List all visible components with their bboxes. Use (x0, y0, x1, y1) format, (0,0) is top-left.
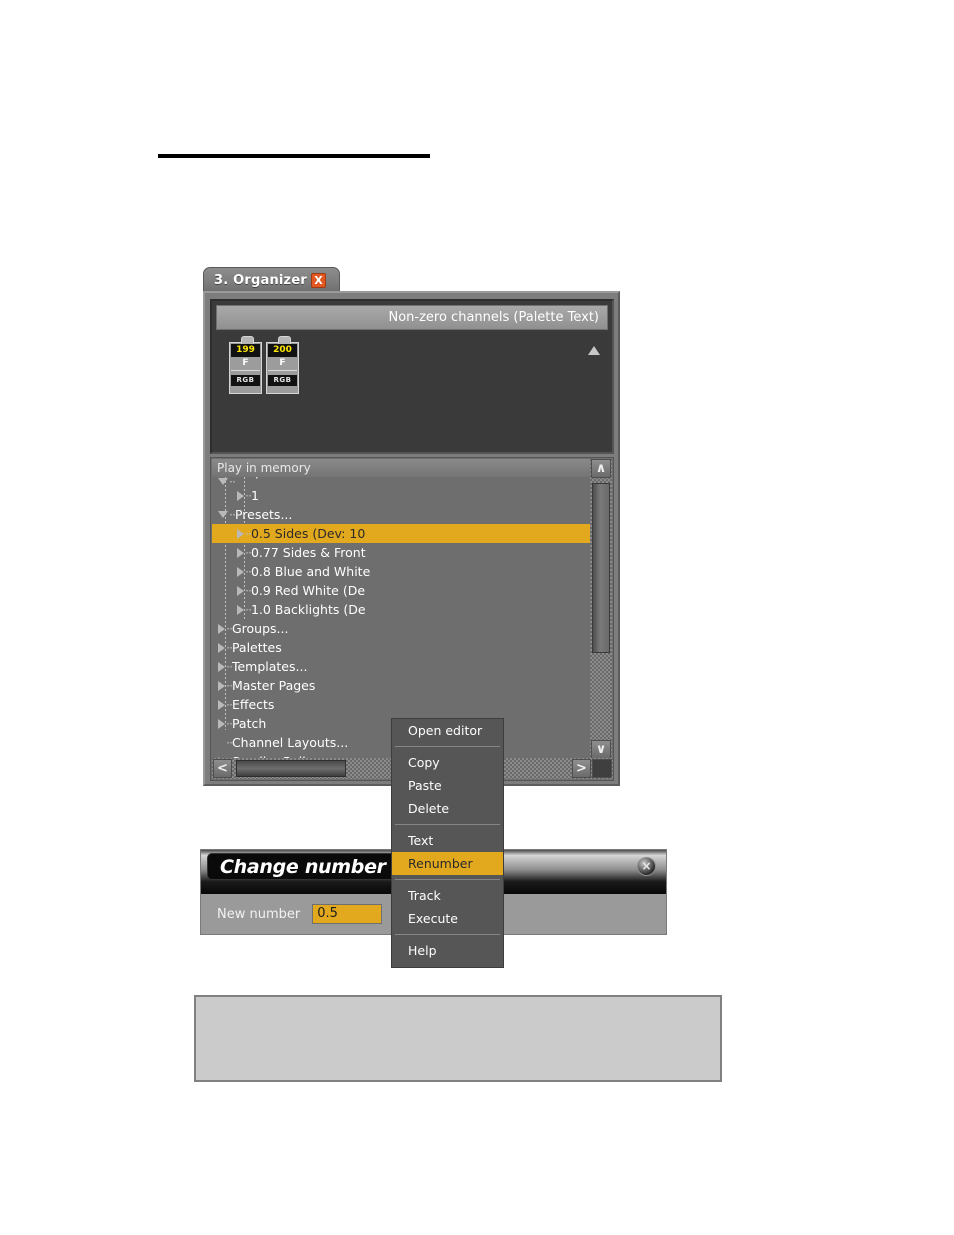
tree-item[interactable]: ··Master Pages (212, 676, 591, 695)
fixture-number: 199 (231, 344, 260, 357)
new-number-label: New number (217, 906, 301, 922)
vertical-scrollbar-thumb[interactable] (592, 483, 610, 653)
context-menu-item[interactable]: Open editor (392, 719, 503, 742)
triangle-right-icon[interactable] (237, 585, 244, 596)
tree-item[interactable]: ··1 (212, 486, 591, 505)
leaf-icon[interactable] (218, 738, 225, 748)
dialog-title-pill: Change number (207, 853, 399, 880)
tree-item-label: Templates... (231, 659, 308, 674)
context-menu-separator (395, 934, 500, 935)
triangle-right-icon[interactable] (237, 604, 244, 615)
scroll-down-button[interactable]: ∨ (591, 740, 611, 759)
context-menu-item[interactable]: Delete (392, 797, 503, 820)
note-box (194, 995, 722, 1082)
tree-item-label: 0.5 Sides (Dev: 10 (250, 526, 366, 541)
dialog-title: Change number (220, 855, 386, 878)
context-menu-item[interactable]: Help (392, 939, 503, 962)
tree-item[interactable]: ··Palettes (212, 638, 591, 657)
vertical-scrollbar[interactable]: ∧ ∨ (590, 459, 612, 759)
new-number-input[interactable]: 0.5 (312, 904, 383, 924)
scroll-up-button[interactable]: ∧ (591, 459, 611, 478)
tree-item[interactable]: ··0.8 Blue and White (212, 562, 591, 581)
tree-item[interactable]: ··Templates... (212, 657, 591, 676)
tree-item-label: Sequences... (235, 477, 315, 479)
triangle-right-icon[interactable] (237, 547, 244, 558)
triangle-right-icon[interactable] (237, 566, 244, 577)
fixture-tab-icon (278, 336, 291, 344)
tree-item-label: Palettes (231, 640, 282, 655)
triangle-right-icon[interactable] (218, 623, 225, 634)
fixture-cell[interactable]: 200 F RGB (266, 336, 299, 394)
context-menu-separator (395, 824, 500, 825)
context-menu-item[interactable]: Text (392, 829, 503, 852)
triangle-right-icon[interactable] (237, 528, 244, 539)
organizer-title-tab[interactable]: 3. Organizer X (203, 267, 340, 292)
context-menu[interactable]: Open editor Copy Paste Delete Text Renumber Tr… (391, 718, 504, 968)
organizer-body: Non-zero channels (Palette Text) 199 F R… (203, 291, 620, 968)
tree-title-bar: Play in memory (212, 459, 591, 477)
triangle-right-icon[interactable] (218, 718, 225, 729)
fixture-cell[interactable]: 199 F RGB (229, 336, 262, 394)
fixture-attribute: RGB (268, 375, 297, 386)
tree-item-label: Effects (231, 697, 275, 712)
tree-item[interactable]: ··Groups... (212, 619, 591, 638)
fixture-divider (268, 370, 297, 371)
triangle-right-icon[interactable] (237, 490, 244, 501)
triangle-right-icon[interactable] (218, 680, 225, 691)
context-menu-item[interactable]: Track (392, 884, 503, 907)
scroll-right-button[interactable]: > (572, 759, 591, 778)
organizer-window: 3. Organizer X Non-zero channels (Palett… (203, 267, 620, 968)
organizer-title-label: 3. Organizer (214, 272, 307, 288)
triangle-right-icon[interactable] (218, 642, 225, 653)
tree-item-label: Patch (231, 716, 267, 731)
tree-item[interactable]: ··0.9 Red White (De (212, 581, 591, 600)
non-zero-channels-header: Non-zero channels (Palette Text) (216, 305, 608, 330)
context-menu-separator (395, 879, 500, 880)
tree-item-label: 0.9 Red White (De (250, 583, 366, 598)
tree-item-label: 0.77 Sides & Front (250, 545, 366, 560)
tree-item[interactable]: ··0.5 Sides (Dev: 10 (212, 524, 591, 543)
triangle-right-icon[interactable] (218, 699, 225, 710)
horizontal-scrollbar-thumb[interactable] (236, 760, 346, 777)
context-menu-item[interactable]: Execute (392, 907, 503, 930)
scrollbar-corner (592, 759, 612, 778)
scroll-left-button[interactable]: < (213, 759, 232, 778)
fixture-attribute: RGB (231, 375, 260, 386)
tree-item-label: Channel Layouts... (231, 735, 349, 750)
tree-item-label: 0.8 Blue and White (250, 564, 371, 579)
tree-item-label: 1 (250, 488, 259, 503)
fixture-mode: F (242, 358, 249, 368)
non-zero-channels-pane: Non-zero channels (Palette Text) 199 F R… (210, 299, 614, 454)
tree-item-label: Groups... (231, 621, 289, 636)
tree-item[interactable]: ··1.0 Backlights (De (212, 600, 591, 619)
close-icon[interactable]: X (310, 272, 326, 288)
non-zero-channels-title: Non-zero channels (Palette Text) (388, 310, 599, 325)
tree-item[interactable]: ··Presets... (212, 505, 591, 524)
context-menu-item[interactable]: Renumber (392, 852, 503, 875)
tree-item-label: Presets... (234, 507, 293, 522)
tree-item-label: Master Pages (231, 678, 316, 693)
tree-item-label: 1.0 Backlights (De (250, 602, 366, 617)
triangle-down-icon[interactable] (218, 478, 228, 485)
fixture-tab-icon (241, 336, 254, 344)
tree-item[interactable]: ··0.77 Sides & Front (212, 543, 591, 562)
fixture-mode: F (279, 358, 286, 368)
triangle-right-icon[interactable] (218, 661, 225, 672)
page-horizontal-rule (158, 154, 430, 158)
context-menu-item[interactable]: Paste (392, 774, 503, 797)
scroll-up-triangle-icon[interactable] (588, 346, 600, 355)
close-icon[interactable]: × (637, 857, 656, 876)
context-menu-item[interactable]: Copy (392, 751, 503, 774)
channels-grid[interactable]: 199 F RGB 200 F RGB (216, 332, 608, 450)
tree-item[interactable]: ··Sequences... (212, 477, 591, 486)
fixture-number: 200 (268, 344, 297, 357)
triangle-down-icon[interactable] (218, 511, 228, 518)
tree-item[interactable]: ··Effects (212, 695, 591, 714)
tree-list[interactable]: ··Sequences...··1··Presets...··0.5 Sides… (212, 477, 591, 759)
context-menu-separator (395, 746, 500, 747)
fixture-divider (231, 370, 260, 371)
tree-pane: Play in memory ··Sequences...··1··Preset… (210, 457, 614, 968)
